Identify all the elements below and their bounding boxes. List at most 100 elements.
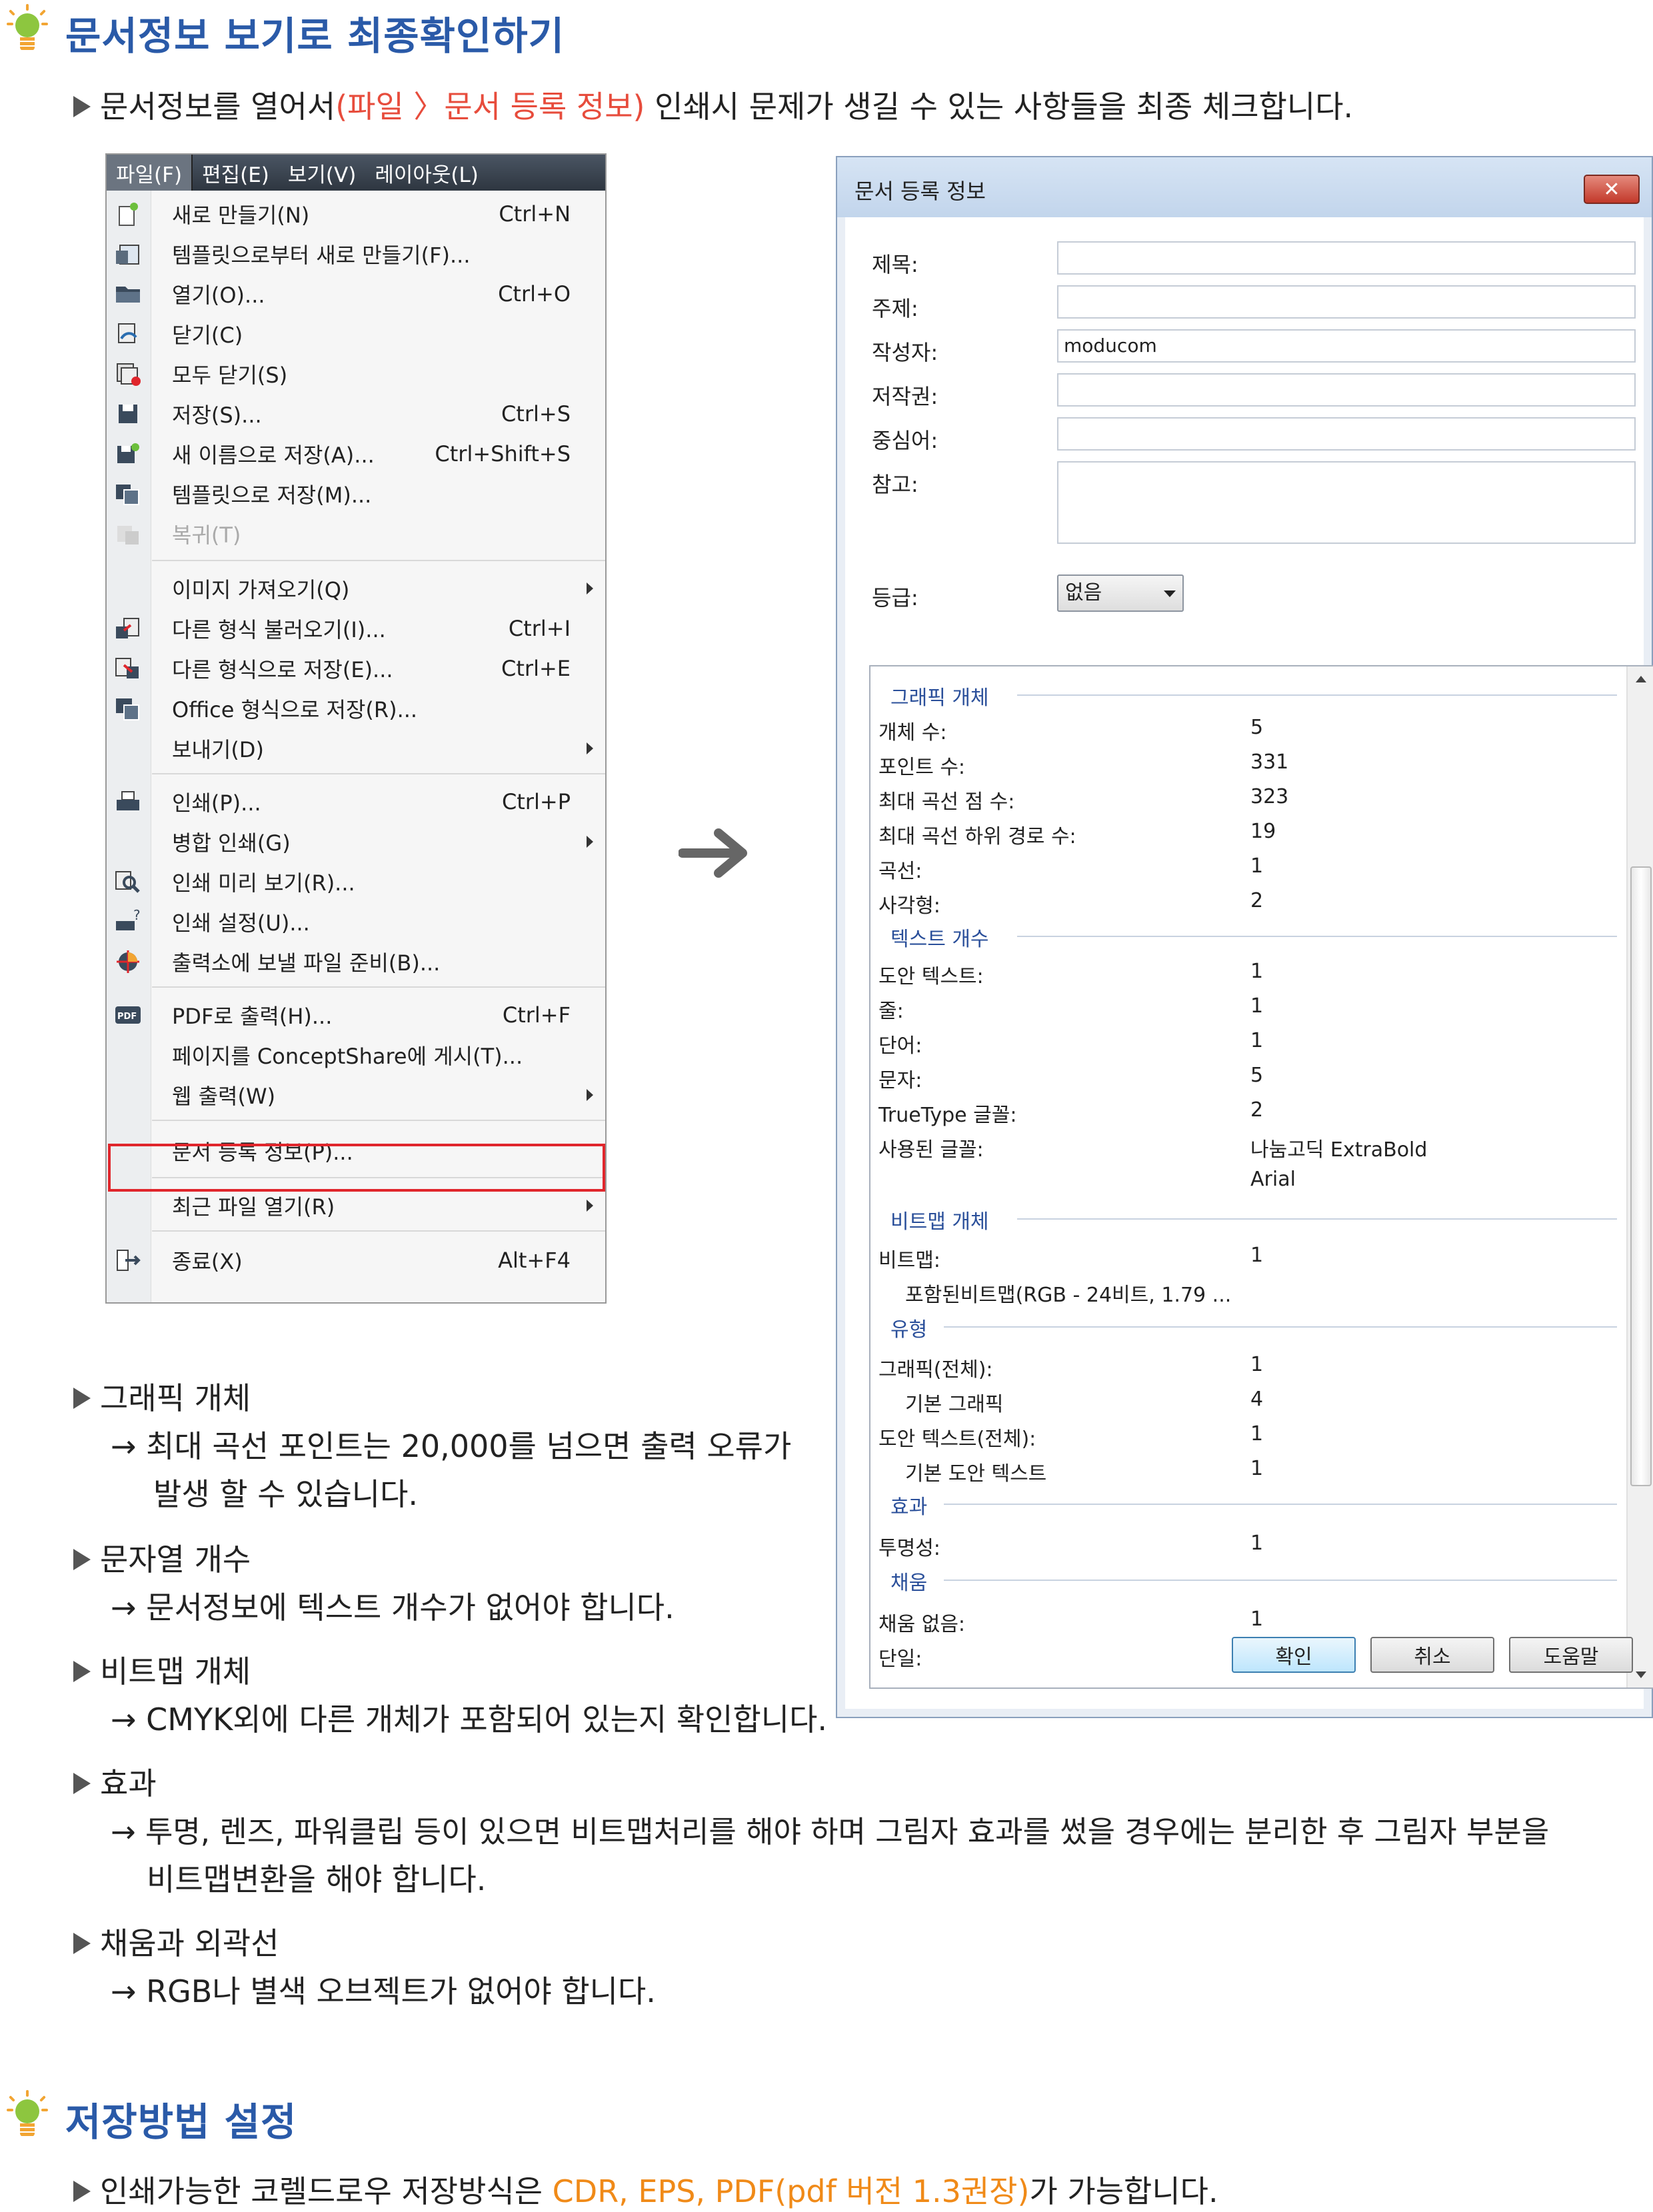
menu-item-send[interactable]: 보내기(D) xyxy=(107,729,605,768)
menu-item-conceptshare[interactable]: 페이지를 ConceptShare에 게시(T)... xyxy=(107,1036,605,1074)
menu-item-close[interactable]: 닫기(C) xyxy=(107,315,605,353)
stat-label: 최대 곡선 하위 경로 수: xyxy=(878,825,1076,848)
triangle-bullet-icon xyxy=(73,2180,91,2202)
note-heading: 문자열 개수 xyxy=(73,1536,251,1580)
close-button[interactable]: ✕ xyxy=(1584,175,1640,204)
menu-item-close-all[interactable]: 모두 닫기(S) xyxy=(107,355,605,393)
menu-item-open[interactable]: 열기(O)... Ctrl+O xyxy=(107,275,605,313)
menu-item-print-preview[interactable]: 인쇄 미리 보기(R)... xyxy=(107,862,605,901)
export-icon xyxy=(113,654,143,683)
menu-item-publish-pdf[interactable]: PDF PDF로 출력(H)... Ctrl+F xyxy=(107,996,605,1034)
field-label-title: 제목: xyxy=(872,252,918,277)
stat-value: 2 xyxy=(1250,1098,1264,1122)
note-heading: 비트맵 개체 xyxy=(73,1648,251,1691)
note-text: 비트맵변환을 해야 합니다. xyxy=(147,1861,487,1897)
document-properties-dialog: 문서 등록 정보 ✕ 제목: 주제: 작성자: moducom 저작권: 중심어… xyxy=(836,156,1653,1718)
file-menu-screenshot: 파일(F) 편집(E) 보기(V) 레이아웃(L) 새로 만들기(N) Ctrl+… xyxy=(105,153,607,1304)
menu-view[interactable]: 보기(V) xyxy=(279,155,365,191)
stat-label: 사용된 글꼴: xyxy=(878,1138,984,1162)
menu-item-export[interactable]: 다른 형식으로 저장(E)... Ctrl+E xyxy=(107,649,605,688)
stat-label: 비트맵: xyxy=(878,1249,940,1272)
author-input[interactable]: moducom xyxy=(1057,329,1636,363)
cancel-button[interactable]: 취소 xyxy=(1370,1637,1494,1673)
stat-value: 5 xyxy=(1250,716,1264,739)
submenu-arrow-icon xyxy=(587,742,593,754)
svg-text:PDF: PDF xyxy=(117,1012,137,1022)
menu-edit[interactable]: 편집(E) xyxy=(193,155,279,191)
menu-item-print[interactable]: 인쇄(P)... Ctrl+P xyxy=(107,782,605,821)
menu-item-export-office[interactable]: Office 형식으로 저장(R)... xyxy=(107,689,605,728)
stat-value: 1 xyxy=(1250,960,1264,983)
save-template-icon xyxy=(113,479,143,509)
menu-item-acquire-image[interactable]: 이미지 가져오기(Q) xyxy=(107,569,605,608)
menu-item-import[interactable]: 다른 형식 불러오기(I)... Ctrl+I xyxy=(107,609,605,648)
stat-label: 줄: xyxy=(878,1000,904,1023)
dialog-title: 문서 등록 정보 xyxy=(854,179,986,204)
rating-select[interactable]: 없음 xyxy=(1057,574,1184,612)
note-heading: 효과 xyxy=(73,1759,157,1803)
menu-item-print-setup[interactable]: ? 인쇄 설정(U)... xyxy=(107,902,605,941)
document-statistics-list[interactable]: 그래픽 개체 개체 수: 5 포인트 수: 331 최대 곡선 점 수: 323 최대… xyxy=(869,665,1653,1689)
close-all-icon xyxy=(113,359,143,389)
field-label-subject: 주제: xyxy=(872,296,918,321)
ok-button[interactable]: 확인 xyxy=(1232,1637,1356,1673)
note-text: → 최대 곡선 포인트는 20,000를 넘으면 출력 오류가 xyxy=(111,1428,792,1464)
menu-item-revert: 복귀(T) xyxy=(107,515,605,553)
note-text: → CMYK외에 다른 개체가 포함되어 있는지 확인합니다. xyxy=(111,1701,828,1737)
field-label-keywords: 중심어: xyxy=(872,428,938,453)
stat-label: 그래픽(전체): xyxy=(878,1358,993,1382)
menu-item-open-recent[interactable]: 최근 파일 열기(R) xyxy=(107,1186,605,1225)
save-icon xyxy=(113,399,143,429)
help-button[interactable]: 도움말 xyxy=(1509,1637,1633,1673)
menu-item-exit[interactable]: 종료(X) Alt+F4 xyxy=(107,1241,605,1280)
menu-bar: 파일(F) 편집(E) 보기(V) 레이아웃(L) xyxy=(107,155,605,191)
group-header: 효과 xyxy=(890,1496,928,1519)
stat-label: 투명성: xyxy=(878,1537,940,1560)
keywords-input[interactable] xyxy=(1057,417,1636,451)
menu-item-save-as[interactable]: 새 이름으로 저장(A)... Ctrl+Shift+S xyxy=(107,435,605,473)
stat-label: 문자: xyxy=(878,1069,922,1092)
scrollbar[interactable] xyxy=(1626,666,1653,1687)
template-new-icon xyxy=(113,239,143,269)
menu-item-new-from-template[interactable]: 템플릿으로부터 새로 만들기(F)... xyxy=(107,235,605,273)
menu-item-save[interactable]: 저장(S)... Ctrl+S xyxy=(107,395,605,433)
menu-item-prepare-service-bureau[interactable]: 출력소에 보낼 파일 준비(B)... xyxy=(107,942,605,981)
stat-value: 4 xyxy=(1250,1388,1264,1411)
exit-icon xyxy=(113,1246,143,1275)
print-preview-icon xyxy=(113,867,143,896)
field-label-author: 작성자: xyxy=(872,340,938,365)
triangle-bullet-icon xyxy=(73,1660,91,1682)
lightbulb-icon xyxy=(4,4,51,61)
stat-value: 나눔고딕 ExtraBold xyxy=(1250,1138,1428,1162)
note-text: → 투명, 렌즈, 파워클립 등이 있으면 비트맵처리를 해야 하며 그림자 효… xyxy=(111,1814,1550,1849)
stat-value: 1 xyxy=(1250,994,1264,1018)
scroll-down-icon[interactable] xyxy=(1636,1671,1646,1678)
scroll-up-icon[interactable] xyxy=(1636,676,1646,682)
revert-icon xyxy=(113,519,143,549)
stat-label: 기본 도안 텍스트 xyxy=(905,1462,1047,1486)
menu-file[interactable]: 파일(F) xyxy=(107,155,193,191)
menu-item-merge-print[interactable]: 병합 인쇄(G) xyxy=(107,822,605,861)
stat-label: 포인트 수: xyxy=(878,756,966,779)
group-header: 채움 xyxy=(890,1572,928,1595)
submenu-arrow-icon xyxy=(587,836,593,848)
note-text: → 문서정보에 텍스트 개수가 없어야 합니다. xyxy=(111,1590,675,1626)
title-input[interactable] xyxy=(1057,241,1636,275)
dialog-titlebar: 문서 등록 정보 ✕ xyxy=(837,157,1652,217)
menu-item-new[interactable]: 새로 만들기(N) Ctrl+N xyxy=(107,195,605,233)
triangle-bullet-icon xyxy=(73,95,91,117)
dialog-body: 제목: 주제: 작성자: moducom 저작권: 중심어: 참고: 등급: 없… xyxy=(845,217,1653,1709)
lightbulb-icon xyxy=(4,2090,51,2147)
subject-input[interactable] xyxy=(1057,285,1636,319)
menu-item-save-template[interactable]: 템플릿으로 저장(M)... xyxy=(107,475,605,513)
scroll-thumb[interactable] xyxy=(1630,866,1652,1486)
copyright-input[interactable] xyxy=(1057,373,1636,407)
notes-input[interactable] xyxy=(1057,461,1636,544)
triangle-bullet-icon xyxy=(73,1387,91,1409)
stat-label: TrueType 글꼴: xyxy=(878,1104,1017,1127)
arrow-right-icon xyxy=(679,828,747,878)
stat-value: Arial xyxy=(1250,1168,1296,1191)
menu-layout[interactable]: 레이아웃(L) xyxy=(365,155,488,191)
menu-item-export-web[interactable]: 웹 출력(W) xyxy=(107,1076,605,1114)
stat-label: 곡선: xyxy=(878,860,922,883)
